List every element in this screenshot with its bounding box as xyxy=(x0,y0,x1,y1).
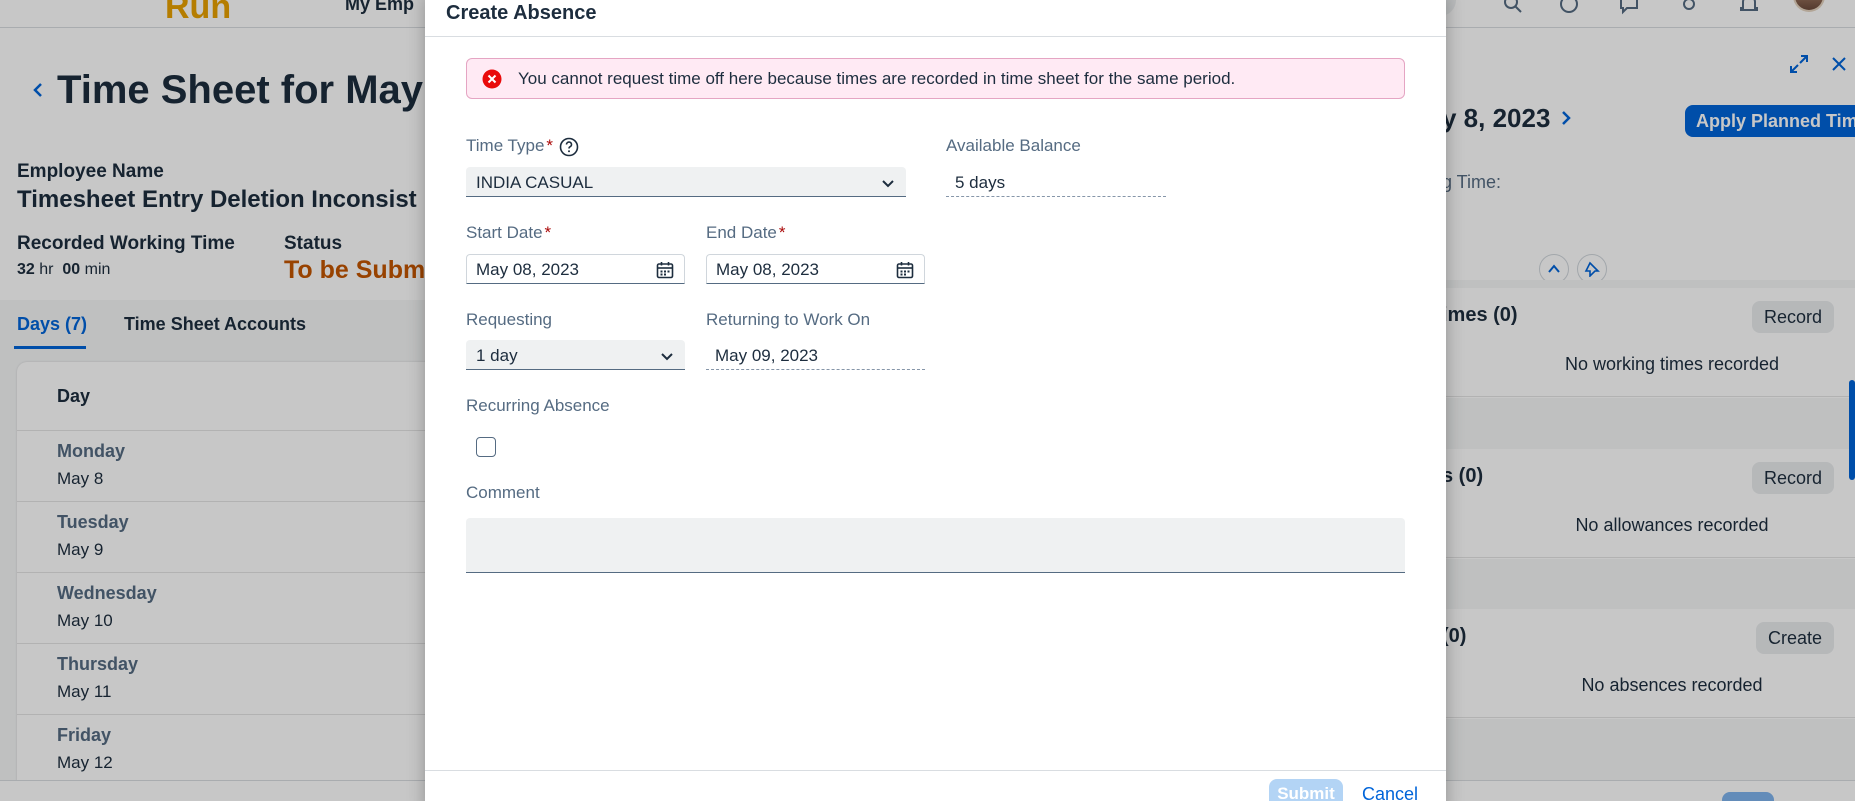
end-date-label: End Date * xyxy=(706,223,786,243)
time-type-value: INDIA CASUAL xyxy=(476,173,594,192)
available-balance-label: Available Balance xyxy=(946,136,1081,155)
error-icon xyxy=(482,69,502,89)
time-type-select[interactable]: INDIA CASUAL xyxy=(466,167,906,197)
chevron-down-icon xyxy=(659,348,675,364)
error-message-strip: You cannot request time off here because… xyxy=(466,58,1405,99)
end-date-value: May 08, 2023 xyxy=(716,260,820,279)
dialog-title: Create Absence xyxy=(446,2,597,24)
returning-to-work-label: Returning to Work On xyxy=(706,310,871,329)
time-type-label-text: Time Type xyxy=(466,136,545,155)
required-marker: * xyxy=(778,223,786,242)
error-message-text: You cannot request time off here because… xyxy=(518,69,1236,88)
required-marker: * xyxy=(546,136,554,155)
start-date-picker[interactable]: May 08, 2023 xyxy=(466,254,685,284)
question-mark-icon[interactable] xyxy=(559,137,579,157)
calendar-icon[interactable] xyxy=(895,260,915,280)
returning-to-work-field: May 09, 2023 xyxy=(706,340,925,370)
cancel-button[interactable]: Cancel xyxy=(1362,784,1418,801)
requesting-value: 1 day xyxy=(476,346,518,365)
time-type-label: Time Type * xyxy=(466,136,553,156)
requesting-select[interactable]: 1 day xyxy=(466,340,685,370)
recurring-absence-label: Recurring Absence xyxy=(466,396,610,415)
comment-label: Comment xyxy=(466,483,540,502)
available-balance-value: 5 days xyxy=(955,173,1006,192)
calendar-icon[interactable] xyxy=(655,260,675,280)
start-date-label: Start Date * xyxy=(466,223,551,243)
end-date-label-text: End Date xyxy=(706,223,777,242)
end-date-picker[interactable]: May 08, 2023 xyxy=(706,254,925,284)
chevron-down-icon xyxy=(880,175,896,191)
create-absence-dialog: Create Absence You cannot request time o… xyxy=(425,0,1446,801)
requesting-label: Requesting xyxy=(466,310,553,329)
submit-button[interactable]: Submit xyxy=(1269,779,1343,801)
required-marker: * xyxy=(544,223,552,242)
comment-textarea[interactable] xyxy=(466,518,1405,573)
recurring-absence-checkbox[interactable] xyxy=(476,437,496,457)
returning-to-work-value: May 09, 2023 xyxy=(715,346,819,365)
start-date-value: May 08, 2023 xyxy=(476,260,580,279)
dialog-footer: Submit Cancel xyxy=(425,770,1446,801)
dialog-header: Create Absence xyxy=(425,0,1446,37)
start-date-label-text: Start Date xyxy=(466,223,543,242)
available-balance-field: 5 days xyxy=(946,167,1166,197)
